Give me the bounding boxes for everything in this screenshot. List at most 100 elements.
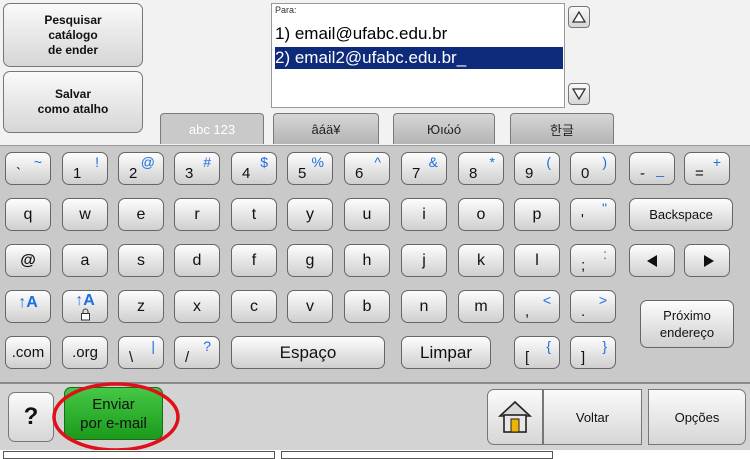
recipient-list[interactable]: Para: 1) email@ufabc.edu.br 2) email2@uf… (271, 3, 565, 108)
options-label: Opções (674, 409, 720, 425)
key-7[interactable]: 7 & (401, 152, 447, 185)
key-a[interactable]: a (62, 244, 108, 277)
key-e[interactable]: e (118, 198, 164, 231)
key-k[interactable]: k (458, 244, 504, 277)
email-keyboard-screen: Pesquisar catálogo de ender Salvar como … (0, 0, 750, 459)
clear-key[interactable]: Limpar (401, 336, 491, 369)
key-dot-com[interactable]: .com (5, 336, 51, 369)
tab-korean[interactable]: 한글 (510, 113, 614, 144)
tab-abc123[interactable]: abc 123 (160, 113, 264, 144)
key-label: Espaço (279, 342, 337, 362)
key-h[interactable]: h (344, 244, 390, 277)
save-as-shortcut-button[interactable]: Salvar como atalho (3, 71, 143, 133)
key-9[interactable]: 9( (514, 152, 560, 185)
status-box (3, 451, 275, 459)
tab-accented[interactable]: âáä¥ (273, 113, 379, 144)
key-u[interactable]: u (344, 198, 390, 231)
next-address-button[interactable]: Próximo endereço (640, 300, 734, 348)
key-main-char: \ (129, 349, 134, 366)
key-v[interactable]: v (287, 290, 333, 323)
key-q[interactable]: q (5, 198, 51, 231)
lock-icon (81, 308, 90, 321)
key-comma[interactable]: , < (514, 290, 560, 323)
key-shift-char: } (602, 338, 607, 354)
key-label: m (474, 297, 488, 315)
keyboard: ` ~ 1! 2 @ 3 # 4 $ 5% 6 ^ 7 & 8 * 9( 0) - _ = + q… (0, 145, 750, 383)
key-equals[interactable]: = + (684, 152, 730, 185)
key-main-char: ] (581, 349, 586, 366)
cursor-left-button[interactable] (629, 244, 675, 277)
key-backslash[interactable]: \ | (118, 336, 164, 369)
options-button[interactable]: Opções (648, 389, 746, 445)
key-shift-char: ? (203, 338, 211, 354)
key-g[interactable]: g (287, 244, 333, 277)
recipient-item[interactable]: 1) email@ufabc.edu.br (275, 23, 563, 45)
backspace-key[interactable]: Backspace (629, 198, 733, 231)
key-label: f (251, 251, 257, 269)
recipient-item-selected[interactable]: 2) email2@ufabc.edu.br_ (275, 47, 563, 69)
scroll-down-button[interactable] (568, 83, 590, 105)
search-address-book-button[interactable]: Pesquisar catálogo de ender (3, 3, 143, 67)
space-key[interactable]: Espaço (231, 336, 385, 369)
tab-cyrillic-greek[interactable]: Юıώó (393, 113, 495, 144)
key-label: v (306, 297, 314, 315)
key-close-bracket[interactable]: ]} (570, 336, 616, 369)
key-main-char: 6 (355, 165, 364, 182)
key-label: Backspace (649, 207, 713, 222)
key-i[interactable]: i (401, 198, 447, 231)
key-shift-char: > (598, 292, 607, 308)
key-0[interactable]: 0) (570, 152, 616, 185)
key-f[interactable]: f (231, 244, 277, 277)
key-1[interactable]: 1! (62, 152, 108, 185)
key-minus[interactable]: - _ (629, 152, 675, 185)
key-l[interactable]: l (514, 244, 560, 277)
help-button[interactable]: ? (8, 392, 54, 442)
key-b[interactable]: b (344, 290, 390, 323)
key-main-char: 8 (469, 165, 478, 182)
key-r[interactable]: r (174, 198, 220, 231)
caps-lock-key[interactable]: ↑A (62, 290, 108, 323)
key-d[interactable]: d (174, 244, 220, 277)
cursor-right-button[interactable] (684, 244, 730, 277)
key-apostrophe[interactable]: ' " (570, 198, 616, 231)
key-semicolon[interactable]: ;: (570, 244, 616, 277)
key-shift-char: " (602, 200, 607, 216)
key-shift-char: ^ (374, 154, 381, 170)
shift-key[interactable]: ↑A (5, 290, 51, 323)
key-at[interactable]: @ (5, 244, 51, 277)
key-z[interactable]: z (118, 290, 164, 323)
key-main-char: 2 (129, 165, 138, 182)
key-x[interactable]: x (174, 290, 220, 323)
key-w[interactable]: w (62, 198, 108, 231)
key-t[interactable]: t (231, 198, 277, 231)
back-button[interactable]: Voltar (543, 389, 642, 445)
key-y[interactable]: y (287, 198, 333, 231)
key-s[interactable]: s (118, 244, 164, 277)
key-8[interactable]: 8 * (458, 152, 504, 185)
key-main-char: = (695, 165, 704, 182)
key-6[interactable]: 6 ^ (344, 152, 390, 185)
key-label: .com (11, 344, 45, 361)
key-slash[interactable]: /? (174, 336, 220, 369)
home-button[interactable] (487, 389, 543, 445)
key-main-char: 4 (242, 165, 251, 182)
key-4[interactable]: 4 $ (231, 152, 277, 185)
key-m[interactable]: m (458, 290, 504, 323)
scroll-up-button[interactable] (568, 6, 590, 28)
key-main-char: 5 (298, 165, 307, 182)
key-label: h (362, 251, 372, 269)
key-open-bracket[interactable]: [{ (514, 336, 560, 369)
key-n[interactable]: n (401, 290, 447, 323)
key-p[interactable]: p (514, 198, 560, 231)
highlight-circle (52, 382, 180, 452)
key-j[interactable]: j (401, 244, 447, 277)
key-o[interactable]: o (458, 198, 504, 231)
key-backtick[interactable]: ` ~ (5, 152, 51, 185)
key-5[interactable]: 5% (287, 152, 333, 185)
key-c[interactable]: c (231, 290, 277, 323)
key-dot-org[interactable]: .org (62, 336, 108, 369)
key-2[interactable]: 2 @ (118, 152, 164, 185)
key-period[interactable]: . > (570, 290, 616, 323)
key-3[interactable]: 3 # (174, 152, 220, 185)
key-main-char: . (581, 303, 586, 320)
